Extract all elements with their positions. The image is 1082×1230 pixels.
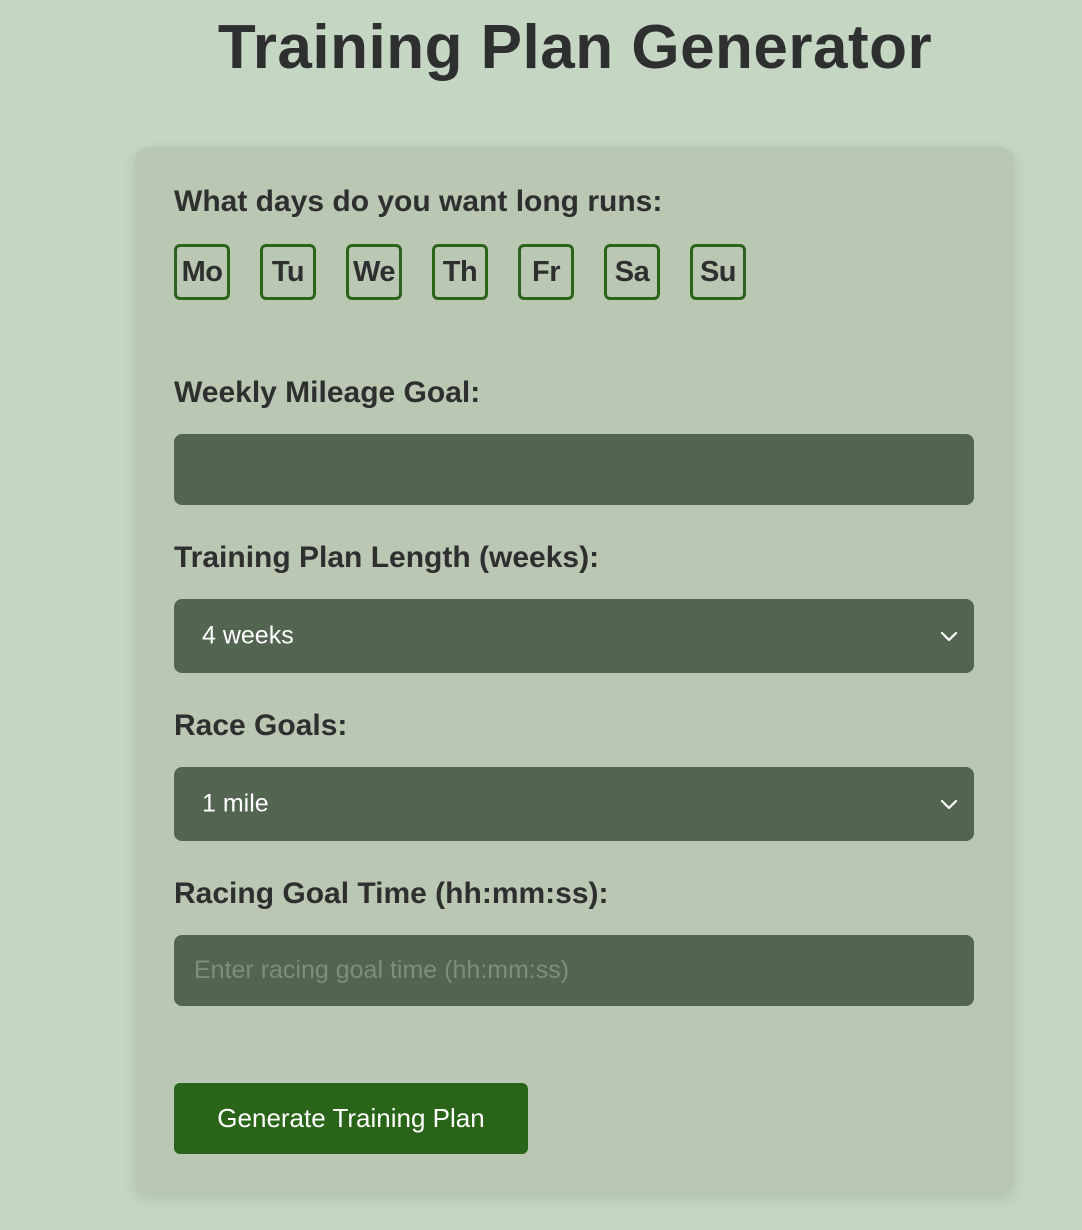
weekly-mileage-input[interactable] <box>174 434 974 505</box>
plan-length-select[interactable]: 4 weeks <box>174 599 974 673</box>
race-goals-label: Race Goals: <box>174 709 348 742</box>
day-toggle-th[interactable]: Th <box>432 244 488 300</box>
day-toggle-mo[interactable]: Mo <box>174 244 230 300</box>
plan-length-value: 4 weeks <box>202 621 294 650</box>
day-toggle-su[interactable]: Su <box>690 244 746 300</box>
page-title: Training Plan Generator <box>217 13 933 82</box>
race-goals-select[interactable]: 1 mile <box>174 767 974 841</box>
day-toggle-we[interactable]: We <box>346 244 402 300</box>
weekly-mileage-label: Weekly Mileage Goal: <box>174 376 481 409</box>
day-toggle-tu[interactable]: Tu <box>260 244 316 300</box>
chevron-down-icon <box>940 631 958 642</box>
training-plan-form: What days do you want long runs: Mo Tu W… <box>135 147 1014 1195</box>
long-runs-label: What days do you want long runs: <box>174 185 663 218</box>
plan-length-label: Training Plan Length (weeks): <box>174 541 600 574</box>
goal-time-field <box>174 935 974 1006</box>
day-toggle-sa[interactable]: Sa <box>604 244 660 300</box>
goal-time-label: Racing Goal Time (hh:mm:ss): <box>174 877 609 910</box>
chevron-down-icon <box>940 799 958 810</box>
goal-time-input[interactable] <box>174 935 974 1006</box>
race-goals-value: 1 mile <box>202 789 269 818</box>
day-toggle-fr[interactable]: Fr <box>518 244 574 300</box>
weekly-mileage-field <box>174 434 974 505</box>
generate-plan-button[interactable]: Generate Training Plan <box>174 1083 528 1154</box>
